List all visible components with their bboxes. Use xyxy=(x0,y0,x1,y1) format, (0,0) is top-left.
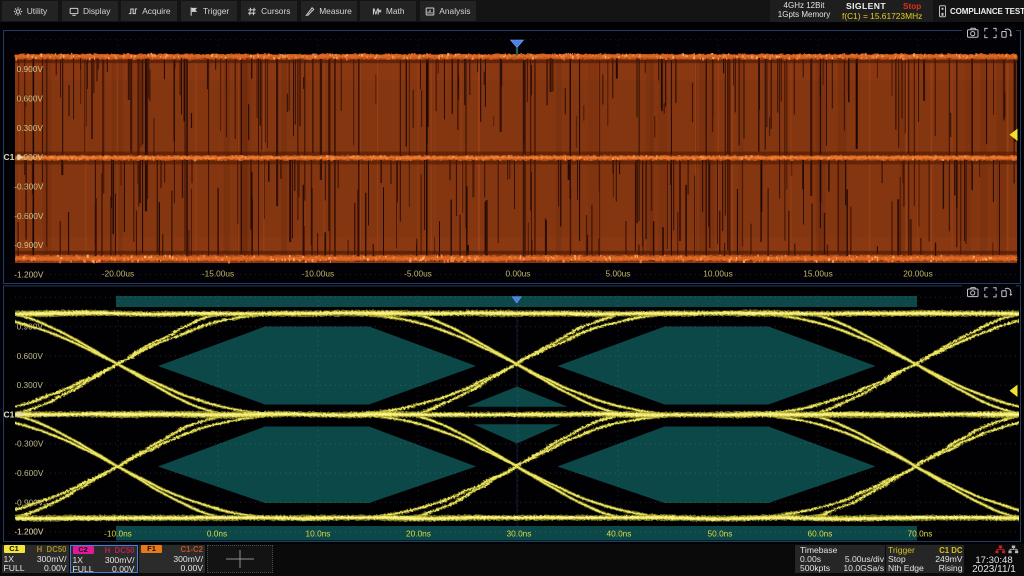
svg-text:0.600V: 0.600V xyxy=(17,93,44,103)
svg-text:-1.200V: -1.200V xyxy=(14,270,44,280)
svg-text:5.00us: 5.00us xyxy=(606,268,631,278)
svg-text:-0.600V: -0.600V xyxy=(14,468,44,478)
svg-text:-20.00us: -20.00us xyxy=(102,268,134,278)
svg-text:30.0ns: 30.0ns xyxy=(507,528,532,538)
svg-text:-0.900V: -0.900V xyxy=(14,240,44,250)
svg-text:0.00us: 0.00us xyxy=(506,268,531,278)
svg-text:50.0ns: 50.0ns xyxy=(708,528,733,538)
svg-text:-0.300V: -0.300V xyxy=(14,181,44,191)
svg-text:-15.00us: -15.00us xyxy=(202,268,234,278)
svg-text:0.600V: 0.600V xyxy=(17,351,44,361)
svg-text:C1: C1 xyxy=(4,152,15,162)
svg-text:70.0ns: 70.0ns xyxy=(908,528,933,538)
svg-text:-5.00us: -5.00us xyxy=(404,268,432,278)
svg-text:20.00us: 20.00us xyxy=(903,268,933,278)
svg-text:0.300V: 0.300V xyxy=(17,380,44,390)
svg-text:15.00us: 15.00us xyxy=(803,268,833,278)
svg-text:10.0ns: 10.0ns xyxy=(306,528,331,538)
svg-text:0.900V: 0.900V xyxy=(17,64,44,74)
svg-text:-1.200V: -1.200V xyxy=(14,527,44,537)
svg-text:M: M xyxy=(372,6,379,16)
svg-text:0.0ns: 0.0ns xyxy=(207,528,227,538)
svg-text:-10.00us: -10.00us xyxy=(302,268,334,278)
svg-text:-10.0ns: -10.0ns xyxy=(104,528,132,538)
svg-text:10.00us: 10.00us xyxy=(703,268,733,278)
svg-text:C1: C1 xyxy=(4,410,15,420)
svg-text:40.0ns: 40.0ns xyxy=(607,528,632,538)
svg-text:20.0ns: 20.0ns xyxy=(406,528,431,538)
svg-text:0.300V: 0.300V xyxy=(17,123,44,133)
svg-text:-0.600V: -0.600V xyxy=(14,211,44,221)
svg-text:-0.300V: -0.300V xyxy=(14,439,44,449)
svg-text:60.0ns: 60.0ns xyxy=(808,528,833,538)
